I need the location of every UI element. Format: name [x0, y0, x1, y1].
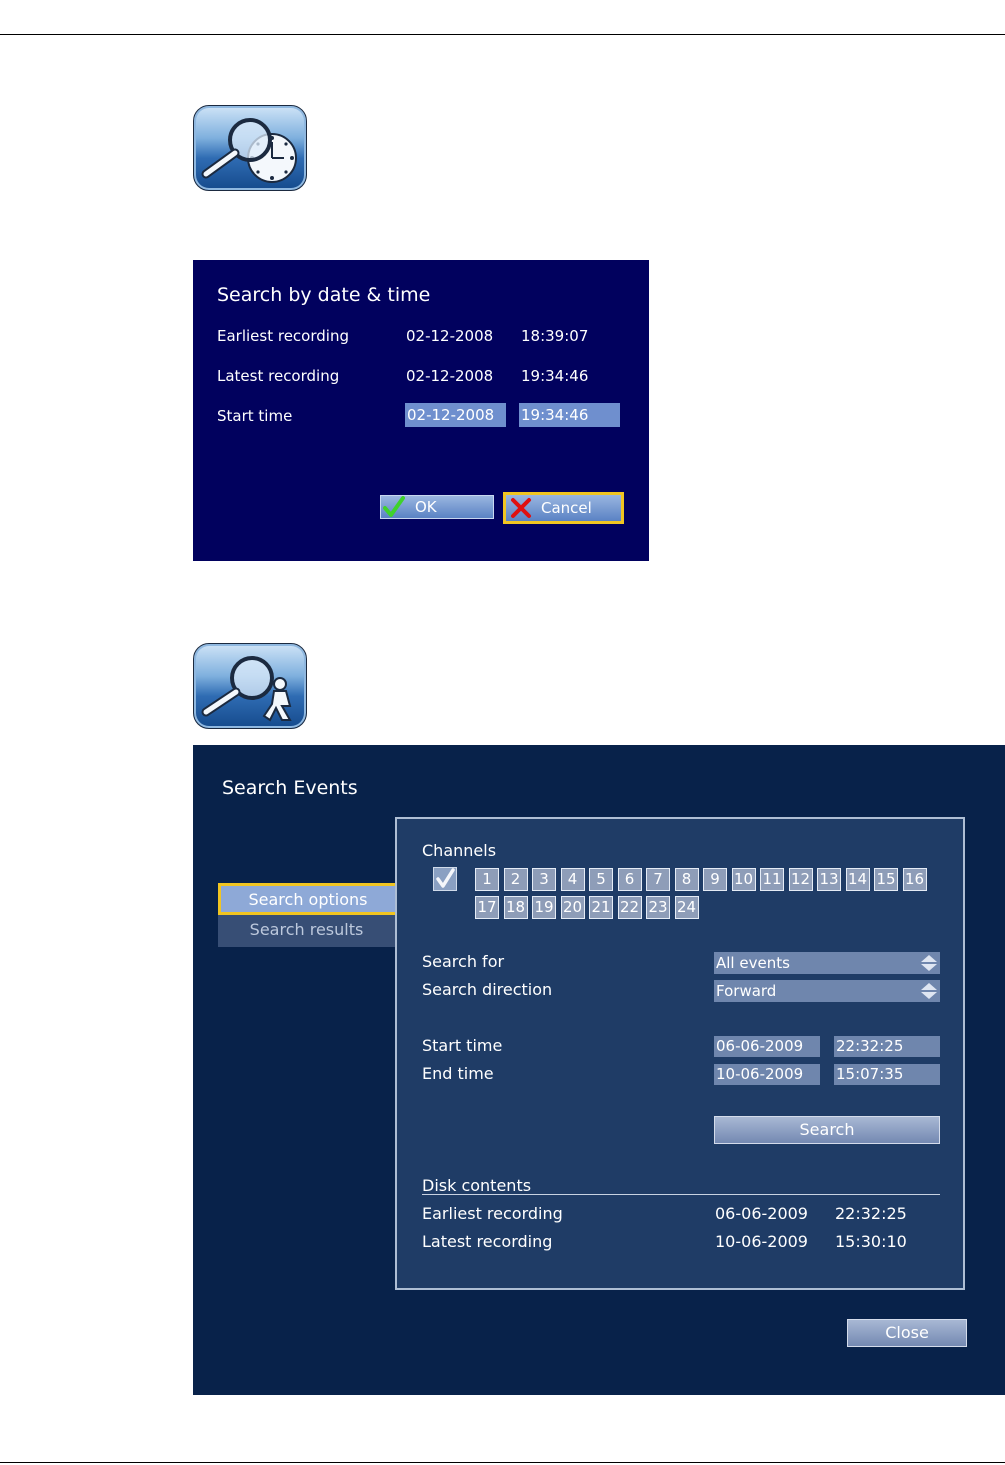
- check-icon: [436, 868, 455, 888]
- channel-3-button[interactable]: 3: [532, 868, 556, 891]
- search-direction-label: Search direction: [422, 980, 553, 999]
- search-for-label: Search for: [422, 952, 505, 971]
- channel-6-button[interactable]: 6: [617, 868, 642, 891]
- start-date-field[interactable]: 02-12-2008: [405, 403, 506, 427]
- latest-recording-time: 19:34:46: [521, 367, 589, 385]
- all-channels-checkbox[interactable]: [433, 867, 457, 891]
- close-button[interactable]: Close: [847, 1319, 967, 1347]
- channel-5-button[interactable]: 5: [589, 868, 613, 891]
- earliest-recording-label: Earliest recording: [217, 327, 349, 345]
- latest-recording-date: 10-06-2009: [715, 1232, 808, 1251]
- channels-label: Channels: [422, 841, 497, 860]
- channel-15-button[interactable]: 15: [874, 868, 898, 891]
- channel-14-button[interactable]: 14: [845, 868, 870, 891]
- tab-search-options[interactable]: Search options: [218, 883, 395, 915]
- channel-11-button[interactable]: 11: [760, 868, 784, 891]
- disk-contents-label: Disk contents: [422, 1176, 532, 1195]
- top-rule: [0, 34, 1005, 35]
- channel-13-button[interactable]: 13: [817, 868, 841, 891]
- cross-icon: [511, 498, 531, 518]
- dialog-title: Search Events: [222, 777, 358, 799]
- channel-23-button[interactable]: 23: [646, 896, 670, 919]
- channel-17-button[interactable]: 17: [475, 896, 499, 919]
- end-date-field[interactable]: 10-06-2009: [714, 1064, 820, 1085]
- start-date-field[interactable]: 06-06-2009: [714, 1036, 820, 1057]
- channel-22-button[interactable]: 22: [617, 896, 642, 919]
- channel-21-button[interactable]: 21: [589, 896, 613, 919]
- earliest-recording-time: 18:39:07: [521, 327, 589, 345]
- earliest-recording-label: Earliest recording: [422, 1204, 563, 1223]
- latest-recording-label: Latest recording: [217, 367, 340, 385]
- updown-arrows-icon: [921, 983, 937, 999]
- search-button[interactable]: Search: [714, 1116, 940, 1144]
- channel-9-button[interactable]: 9: [703, 868, 727, 891]
- disk-contents-divider: [422, 1194, 940, 1195]
- start-time-label: Start time: [217, 407, 293, 425]
- start-time-field[interactable]: 19:34:46: [519, 403, 620, 427]
- channel-24-button[interactable]: 24: [674, 896, 699, 919]
- search-by-date-time-dialog: Search by date & time Earliest recording…: [193, 260, 649, 561]
- channel-7-button[interactable]: 7: [646, 868, 670, 891]
- latest-recording-time: 15:30:10: [835, 1232, 907, 1251]
- dialog-title: Search by date & time: [217, 284, 431, 306]
- earliest-recording-time: 22:32:25: [835, 1204, 907, 1223]
- cancel-label: Cancel: [541, 499, 592, 517]
- check-icon: [383, 496, 405, 517]
- search-options-panel: Channels 1 2 3 4 5 6 7 8 9 10 11 12 13 14 15 16 17 18 19 20…: [395, 817, 965, 1290]
- start-time-field[interactable]: 22:32:25: [834, 1036, 940, 1057]
- bottom-rule: [0, 1462, 1005, 1463]
- search-direction-select[interactable]: Forward: [714, 980, 940, 1002]
- channel-4-button[interactable]: 4: [560, 868, 585, 891]
- ok-button[interactable]: OK: [380, 495, 494, 519]
- cancel-button[interactable]: Cancel: [503, 492, 624, 524]
- end-time-label: End time: [422, 1064, 494, 1083]
- end-time-field[interactable]: 15:07:35: [834, 1064, 940, 1085]
- channel-2-button[interactable]: 2: [503, 868, 528, 891]
- search-time-icon: [193, 105, 307, 191]
- search-events-dialog: Search Events Search options Search resu…: [193, 745, 1005, 1395]
- channel-16-button[interactable]: 16: [902, 868, 927, 891]
- start-time-label: Start time: [422, 1036, 503, 1055]
- channel-18-button[interactable]: 18: [503, 896, 528, 919]
- latest-recording-label: Latest recording: [422, 1232, 553, 1251]
- search-event-icon: [193, 643, 307, 729]
- earliest-recording-date: 06-06-2009: [715, 1204, 808, 1223]
- tab-search-results[interactable]: Search results: [218, 915, 395, 947]
- ok-label: OK: [415, 498, 437, 516]
- channel-20-button[interactable]: 20: [560, 896, 585, 919]
- channel-12-button[interactable]: 12: [788, 868, 813, 891]
- search-direction-value: Forward: [716, 982, 777, 1000]
- channel-19-button[interactable]: 19: [532, 896, 556, 919]
- channel-1-button[interactable]: 1: [475, 868, 499, 891]
- updown-arrows-icon: [921, 955, 937, 971]
- search-for-value: All events: [716, 954, 790, 972]
- search-for-select[interactable]: All events: [714, 952, 940, 974]
- latest-recording-date: 02-12-2008: [406, 367, 494, 385]
- earliest-recording-date: 02-12-2008: [406, 327, 494, 345]
- channel-8-button[interactable]: 8: [674, 868, 699, 891]
- channel-10-button[interactable]: 10: [731, 868, 756, 891]
